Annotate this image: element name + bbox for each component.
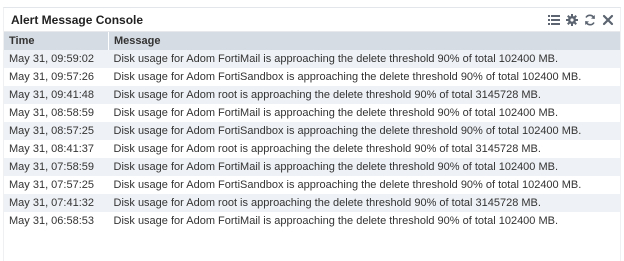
table-row[interactable]: May 31, 07:41:32 Disk usage for Adom root… <box>4 194 620 212</box>
row-time: May 31, 08:57:25 <box>9 125 95 137</box>
widget-titlebar: Alert Message Console <box>4 8 620 32</box>
table-header-row: Time Message <box>4 32 620 50</box>
gear-icon[interactable] <box>565 13 578 26</box>
row-message: Disk usage for Adom root is approaching … <box>113 89 541 101</box>
row-message: Disk usage for Adom FortiSandbox is appr… <box>113 71 582 83</box>
alert-message-console-widget: Alert Message Console Time Message May 3… <box>3 7 621 261</box>
row-message: Disk usage for Adom FortiMail is approac… <box>113 53 559 65</box>
table-row[interactable]: May 31, 07:58:59 Disk usage for Adom Fort… <box>4 158 620 176</box>
row-time: May 31, 08:41:37 <box>9 143 95 155</box>
row-time: May 31, 09:57:26 <box>9 71 95 83</box>
close-icon[interactable] <box>601 13 614 26</box>
column-header-message[interactable]: Message <box>109 32 621 50</box>
row-time: May 31, 08:58:59 <box>9 107 95 119</box>
table-row[interactable]: May 31, 09:57:26 Disk usage for Adom Fort… <box>4 68 620 86</box>
row-message: Disk usage for Adom FortiSandbox is appr… <box>113 125 582 137</box>
table-row[interactable]: May 31, 08:58:59 Disk usage for Adom Fort… <box>4 104 620 122</box>
row-message: Disk usage for Adom root is approaching … <box>113 143 541 155</box>
row-message: Disk usage for Adom FortiSandbox is appr… <box>113 179 582 191</box>
list-icon[interactable] <box>547 13 560 26</box>
table-row[interactable]: May 31, 08:41:37 Disk usage for Adom root… <box>4 140 620 158</box>
row-time: May 31, 09:41:48 <box>9 89 95 101</box>
table-row[interactable]: May 31, 07:57:25 Disk usage for Adom Fort… <box>4 176 620 194</box>
row-time: May 31, 07:58:59 <box>9 161 95 173</box>
row-message: Disk usage for Adom FortiMail is approac… <box>113 107 559 119</box>
table-row[interactable]: May 31, 08:57:25 Disk usage for Adom Fort… <box>4 122 620 140</box>
refresh-icon[interactable] <box>583 13 596 26</box>
row-time: May 31, 06:58:53 <box>9 215 95 227</box>
row-time: May 31, 07:57:25 <box>9 179 95 191</box>
row-message: Disk usage for Adom FortiMail is approac… <box>113 161 559 173</box>
widget-title: Alert Message Console <box>11 12 144 27</box>
row-message: Disk usage for Adom FortiMail is approac… <box>113 215 559 227</box>
alert-table: Time Message May 31, 09:59:02 Disk usage … <box>4 32 620 230</box>
widget-toolbar <box>547 13 614 26</box>
row-time: May 31, 07:41:32 <box>9 197 95 209</box>
table-row[interactable]: May 31, 09:41:48 Disk usage for Adom root… <box>4 86 620 104</box>
table-body: May 31, 09:59:02 Disk usage for Adom Fort… <box>4 50 620 230</box>
row-time: May 31, 09:59:02 <box>9 53 95 65</box>
column-header-time[interactable]: Time <box>4 32 109 50</box>
row-message: Disk usage for Adom root is approaching … <box>113 197 541 209</box>
table-row[interactable]: May 31, 06:58:53 Disk usage for Adom Fort… <box>4 212 620 230</box>
table-row[interactable]: May 31, 09:59:02 Disk usage for Adom Fort… <box>4 50 620 68</box>
